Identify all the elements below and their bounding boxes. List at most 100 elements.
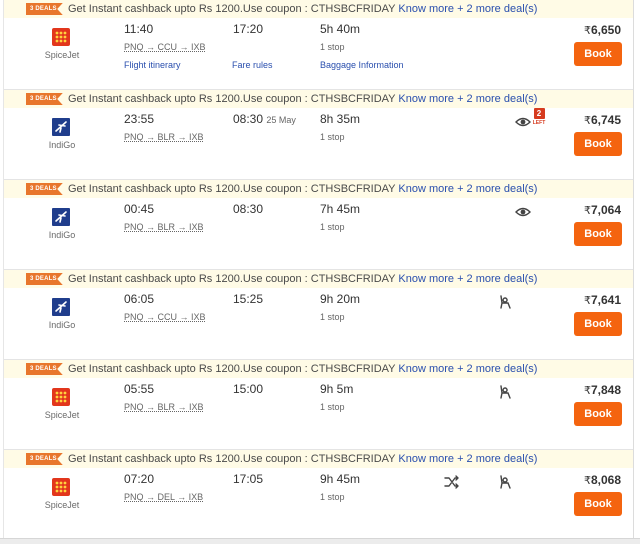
spicejet-logo-icon bbox=[50, 26, 72, 48]
currency-symbol: ₹ bbox=[583, 385, 591, 397]
duration: 8h 35m bbox=[320, 112, 361, 126]
airline-name: SpiceJet bbox=[44, 500, 80, 510]
price-value: 7,641 bbox=[590, 293, 621, 307]
price-value: 6,650 bbox=[590, 23, 621, 37]
deal-text: Get Instant cashback upto Rs 1200.Use co… bbox=[68, 453, 537, 466]
deal-banner: 3 DEALS Get Instant cashback upto Rs 120… bbox=[4, 90, 633, 108]
deal-banner: 3 DEALS Get Instant cashback upto Rs 120… bbox=[4, 0, 633, 18]
book-button[interactable]: Book bbox=[574, 312, 622, 336]
currency-symbol: ₹ bbox=[583, 115, 591, 127]
arrival-time: 15:25 bbox=[233, 292, 263, 306]
seats-left-count: 2 bbox=[533, 108, 545, 119]
deal-banner: 3 DEALS Get Instant cashback upto Rs 120… bbox=[4, 270, 633, 288]
route-text: PNQ → BLR → IXB bbox=[124, 222, 204, 232]
currency-symbol: ₹ bbox=[583, 25, 591, 37]
flight-card: 3 DEALS Get Instant cashback upto Rs 120… bbox=[4, 90, 633, 180]
deal-offer-text: Get Instant cashback upto Rs 1200.Use co… bbox=[68, 93, 399, 105]
know-more-link[interactable]: Know more bbox=[398, 273, 454, 285]
price: ₹6,650 bbox=[584, 23, 621, 37]
flight-card: 3 DEALS Get Instant cashback upto Rs 120… bbox=[4, 180, 633, 270]
more-deals-link[interactable]: + 2 more deal(s) bbox=[457, 93, 537, 105]
stops: 1 stop bbox=[320, 222, 345, 232]
route-text: PNQ → CCU → IXB bbox=[124, 42, 206, 52]
eye-icon[interactable] bbox=[515, 114, 531, 130]
stops: 1 stop bbox=[320, 492, 345, 502]
seat-recline-icon bbox=[497, 384, 513, 400]
stops: 1 stop bbox=[320, 42, 345, 52]
route: PNQ → BLR → IXB bbox=[124, 222, 204, 232]
more-deals-link[interactable]: + 2 more deal(s) bbox=[457, 453, 537, 465]
flight-card: 3 DEALS Get Instant cashback upto Rs 120… bbox=[4, 0, 633, 90]
price: ₹7,641 bbox=[584, 293, 621, 307]
route: PNQ → DEL → IXB bbox=[124, 492, 203, 502]
price: ₹7,848 bbox=[584, 383, 621, 397]
arrival-time-value: 17:20 bbox=[233, 22, 264, 36]
departure-time: 00:45 bbox=[124, 202, 155, 216]
seats-left-label: LEFT bbox=[532, 120, 546, 126]
departure-time: 11:40 bbox=[124, 22, 154, 36]
more-deals-link[interactable]: + 2 more deal(s) bbox=[457, 363, 537, 375]
more-deals-link[interactable]: + 2 more deal(s) bbox=[457, 3, 537, 15]
deals-badge: 3 DEALS bbox=[26, 183, 63, 195]
price: ₹7,064 bbox=[584, 203, 621, 217]
arrival-time: 08:30 bbox=[233, 202, 263, 216]
price-value: 8,068 bbox=[590, 473, 621, 487]
price-value: 7,848 bbox=[590, 383, 621, 397]
flight-itinerary-link[interactable]: Flight itinerary bbox=[124, 60, 181, 70]
deal-text: Get Instant cashback upto Rs 1200.Use co… bbox=[68, 3, 537, 16]
price-value: 7,064 bbox=[590, 203, 621, 217]
arrival-time-value: 17:05 bbox=[233, 472, 264, 486]
book-button[interactable]: Book bbox=[574, 492, 622, 516]
shuffle-icon bbox=[444, 474, 460, 490]
price: ₹6,745 bbox=[584, 113, 621, 127]
deals-badge: 3 DEALS bbox=[26, 273, 63, 285]
departure-time: 05:55 bbox=[124, 382, 155, 396]
deal-offer-text: Get Instant cashback upto Rs 1200.Use co… bbox=[68, 453, 399, 465]
route: PNQ → BLR → IXB bbox=[124, 402, 204, 412]
book-button[interactable]: Book bbox=[574, 222, 622, 246]
book-button[interactable]: Book bbox=[574, 42, 622, 66]
airline-name: IndiGo bbox=[48, 320, 76, 330]
arrival-time-value: 15:25 bbox=[233, 292, 264, 306]
route-text: PNQ → CCU → IXB bbox=[124, 312, 206, 322]
flight-card: 3 DEALS Get Instant cashback upto Rs 120… bbox=[4, 450, 633, 540]
arrival-time: 15:00 bbox=[233, 382, 263, 396]
seat-recline-icon bbox=[497, 294, 513, 310]
price-value: 6,745 bbox=[590, 113, 621, 127]
airline-name: IndiGo bbox=[48, 140, 76, 150]
departure-time: 23:55 bbox=[124, 112, 155, 126]
know-more-link[interactable]: Know more bbox=[398, 183, 454, 195]
book-button[interactable]: Book bbox=[574, 402, 622, 426]
airline-name: SpiceJet bbox=[44, 50, 80, 60]
airline-name: IndiGo bbox=[48, 230, 76, 240]
duration: 9h 45m bbox=[320, 472, 361, 486]
arrival-time: 08:30 25 May bbox=[233, 112, 296, 126]
stops: 1 stop bbox=[320, 312, 345, 322]
price: ₹8,068 bbox=[584, 473, 621, 487]
fare-rules-link[interactable]: Fare rules bbox=[232, 60, 273, 70]
flight-card: 3 DEALS Get Instant cashback upto Rs 120… bbox=[4, 360, 633, 450]
more-deals-link[interactable]: + 2 more deal(s) bbox=[457, 273, 537, 285]
deals-badge: 3 DEALS bbox=[26, 453, 63, 465]
know-more-link[interactable]: Know more bbox=[398, 363, 454, 375]
book-button[interactable]: Book bbox=[574, 132, 622, 156]
route: PNQ → CCU → IXB bbox=[124, 312, 206, 322]
baggage-information-link[interactable]: Baggage Information bbox=[320, 60, 404, 70]
arrival-date: 25 May bbox=[266, 115, 296, 125]
know-more-link[interactable]: Know more bbox=[398, 93, 454, 105]
more-deals-link[interactable]: + 2 more deal(s) bbox=[457, 183, 537, 195]
indigo-logo-icon bbox=[50, 296, 72, 318]
spicejet-logo-icon bbox=[50, 476, 72, 498]
route-text: PNQ → BLR → IXB bbox=[124, 402, 204, 412]
departure-time: 06:05 bbox=[124, 292, 155, 306]
airline-name: SpiceJet bbox=[44, 410, 80, 420]
route: PNQ → CCU → IXB bbox=[124, 42, 206, 52]
arrival-time-value: 08:30 bbox=[233, 112, 264, 126]
eye-icon[interactable] bbox=[515, 204, 531, 220]
know-more-link[interactable]: Know more bbox=[398, 453, 454, 465]
arrival-time-value: 15:00 bbox=[233, 382, 264, 396]
route-text: PNQ → BLR → IXB bbox=[124, 132, 204, 142]
know-more-link[interactable]: Know more bbox=[398, 3, 454, 15]
horizontal-scrollbar[interactable] bbox=[0, 538, 640, 544]
scrollbar-track[interactable] bbox=[633, 0, 634, 544]
